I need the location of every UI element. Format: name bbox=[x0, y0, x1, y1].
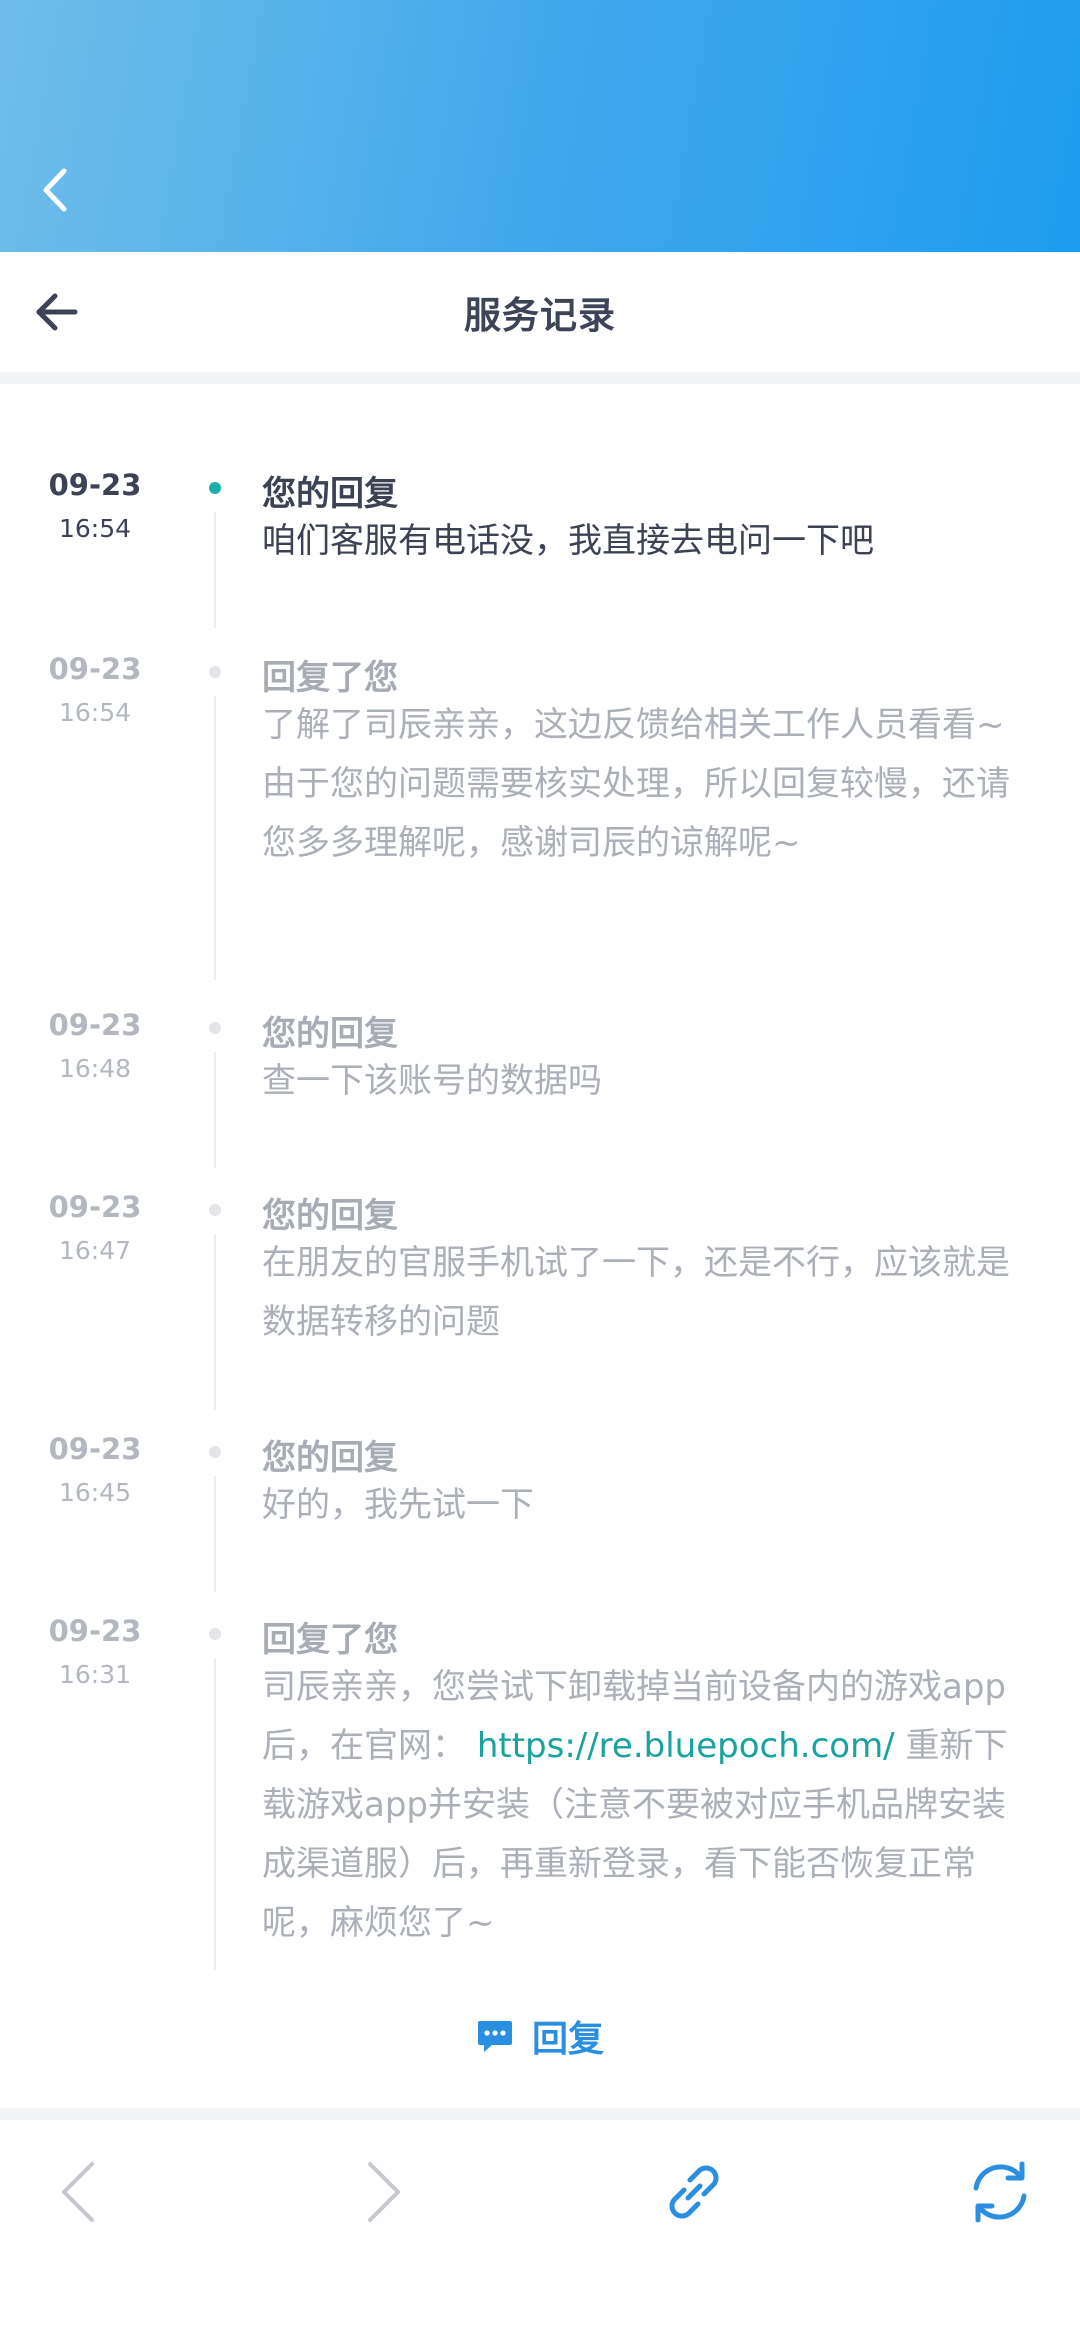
timeline-entry: 09-23 16:45 您的回复 好的，我先试一下 bbox=[0, 1432, 1080, 1592]
toolbar-separator bbox=[0, 2108, 1080, 2120]
reply-button[interactable]: 回复 bbox=[0, 2006, 1080, 2066]
timeline-entry: 09-23 16:54 您的回复 咱们客服有电话没，我直接去电问一下吧 bbox=[0, 468, 1080, 628]
entry-time: 16:45 bbox=[58, 1478, 132, 1507]
chevron-left-icon bbox=[43, 168, 67, 212]
link-icon bbox=[669, 2165, 719, 2219]
timeline-entry: 09-23 16:31 回复了您 司辰亲亲，您尝试下卸载掉当前设备内的游戏app… bbox=[0, 1614, 1080, 1970]
entry-message: 了解了司辰亲亲，这边反馈给相关工作人员看看~由于您的问题需要核实处理，所以回复较… bbox=[262, 705, 1010, 863]
entry-date: 09-23 bbox=[48, 652, 142, 686]
timeline-dot bbox=[209, 1204, 221, 1216]
timeline-dot bbox=[209, 666, 221, 678]
timeline-entry: 09-23 16:48 您的回复 查一下该账号的数据吗 bbox=[0, 1008, 1080, 1168]
refresh-icon bbox=[973, 2161, 1027, 2223]
timeline-dot bbox=[209, 1446, 221, 1458]
entry-time: 16:54 bbox=[58, 698, 132, 727]
browser-back-button[interactable] bbox=[28, 2142, 128, 2242]
official-site-link[interactable]: https://re.bluepoch.com/ bbox=[477, 1726, 895, 1766]
entry-time: 16:31 bbox=[58, 1660, 132, 1689]
copy-link-button[interactable] bbox=[644, 2142, 744, 2242]
entry-message: 司辰亲亲，您尝试下卸载掉当前设备内的游戏app后，在官网： https://re… bbox=[262, 1658, 1038, 1953]
entry-time: 16:54 bbox=[58, 514, 132, 543]
bottom-toolbar bbox=[0, 2120, 1080, 2337]
entry-author: 回复了您 bbox=[262, 658, 398, 698]
nav-bar: 服务记录 bbox=[0, 252, 1080, 372]
entry-author: 您的回复 bbox=[262, 1196, 398, 1236]
entry-author: 您的回复 bbox=[262, 474, 398, 514]
service-record-timeline: 09-23 16:54 您的回复 咱们客服有电话没，我直接去电问一下吧 09-2… bbox=[0, 384, 1080, 1984]
header-divider bbox=[0, 372, 1080, 384]
chat-bubble-icon bbox=[477, 2021, 512, 2052]
banner-back-button[interactable] bbox=[30, 160, 80, 220]
timeline-line bbox=[214, 1052, 216, 1168]
browser-forward-button[interactable] bbox=[334, 2142, 434, 2242]
page-title: 服务记录 bbox=[464, 294, 616, 337]
entry-message: 咱们客服有电话没，我直接去电问一下吧 bbox=[262, 521, 874, 561]
timeline-entry: 09-23 16:54 回复了您 了解了司辰亲亲，这边反馈给相关工作人员看看~由… bbox=[0, 652, 1080, 980]
entry-author: 回复了您 bbox=[262, 1620, 398, 1660]
entry-message: 在朋友的官服手机试了一下，还是不行，应该就是数据转移的问题 bbox=[262, 1243, 1010, 1342]
entry-message: 好的，我先试一下 bbox=[262, 1485, 534, 1525]
timeline-dot bbox=[209, 1022, 221, 1034]
entry-author: 您的回复 bbox=[262, 1014, 398, 1054]
forward-chevron-icon bbox=[368, 2162, 400, 2222]
entry-time: 16:47 bbox=[58, 1236, 132, 1265]
entry-date: 09-23 bbox=[48, 1190, 142, 1224]
entry-author: 您的回复 bbox=[262, 1438, 398, 1478]
entry-date: 09-23 bbox=[48, 1432, 142, 1466]
top-banner bbox=[0, 0, 1080, 252]
back-chevron-icon bbox=[62, 2162, 94, 2222]
entry-date: 09-23 bbox=[48, 468, 142, 502]
timeline-line bbox=[214, 696, 216, 980]
timeline-line bbox=[214, 512, 216, 628]
entry-date: 09-23 bbox=[48, 1614, 142, 1648]
timeline-dot bbox=[209, 482, 221, 494]
timeline-entry: 09-23 16:47 您的回复 在朋友的官服手机试了一下，还是不行，应该就是数… bbox=[0, 1190, 1080, 1410]
entry-date: 09-23 bbox=[48, 1008, 142, 1042]
timeline-line bbox=[214, 1476, 216, 1592]
timeline-line bbox=[214, 1658, 216, 1970]
timeline-line bbox=[214, 1234, 216, 1410]
reply-button-label: 回复 bbox=[531, 2019, 604, 2060]
refresh-button[interactable] bbox=[950, 2142, 1050, 2242]
entry-message: 查一下该账号的数据吗 bbox=[262, 1061, 602, 1101]
entry-time: 16:48 bbox=[58, 1054, 132, 1083]
timeline-dot bbox=[209, 1628, 221, 1640]
